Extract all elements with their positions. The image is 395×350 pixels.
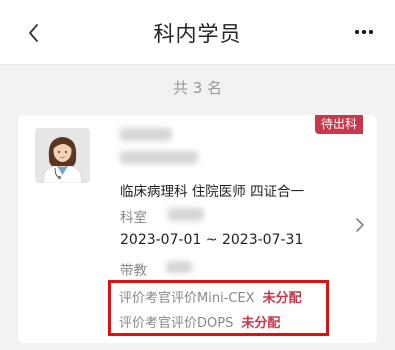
more-dot bbox=[369, 30, 373, 34]
dept-row: 科室 bbox=[120, 206, 147, 226]
department-role-line: 临床病理科 住院医师 四证合一 bbox=[120, 184, 305, 200]
avatar bbox=[35, 128, 90, 183]
more-dot bbox=[362, 30, 366, 34]
rotation-date-range: 2023-07-01 ~ 2023-07-31 bbox=[120, 232, 304, 248]
status-badge: 待出科 bbox=[314, 115, 363, 134]
mentor-value-redacted bbox=[166, 261, 192, 273]
highlight-box bbox=[108, 280, 329, 336]
student-id-redacted bbox=[120, 151, 198, 164]
page-title: 科内学员 bbox=[153, 22, 242, 46]
more-options-button[interactable] bbox=[347, 21, 381, 43]
mentor-row: 带教 bbox=[120, 259, 147, 279]
chevron-right-icon[interactable] bbox=[353, 216, 367, 234]
student-count: 共 3 名 bbox=[172, 79, 223, 97]
female-doctor-avatar-icon bbox=[35, 128, 90, 183]
dept-label: 科室 bbox=[120, 210, 147, 226]
mentor-label: 带教 bbox=[120, 263, 147, 279]
top-nav-bar: 科内学员 bbox=[0, 0, 395, 65]
dept-value-redacted bbox=[168, 208, 204, 221]
student-name-redacted bbox=[120, 128, 172, 141]
more-dot bbox=[355, 30, 359, 34]
